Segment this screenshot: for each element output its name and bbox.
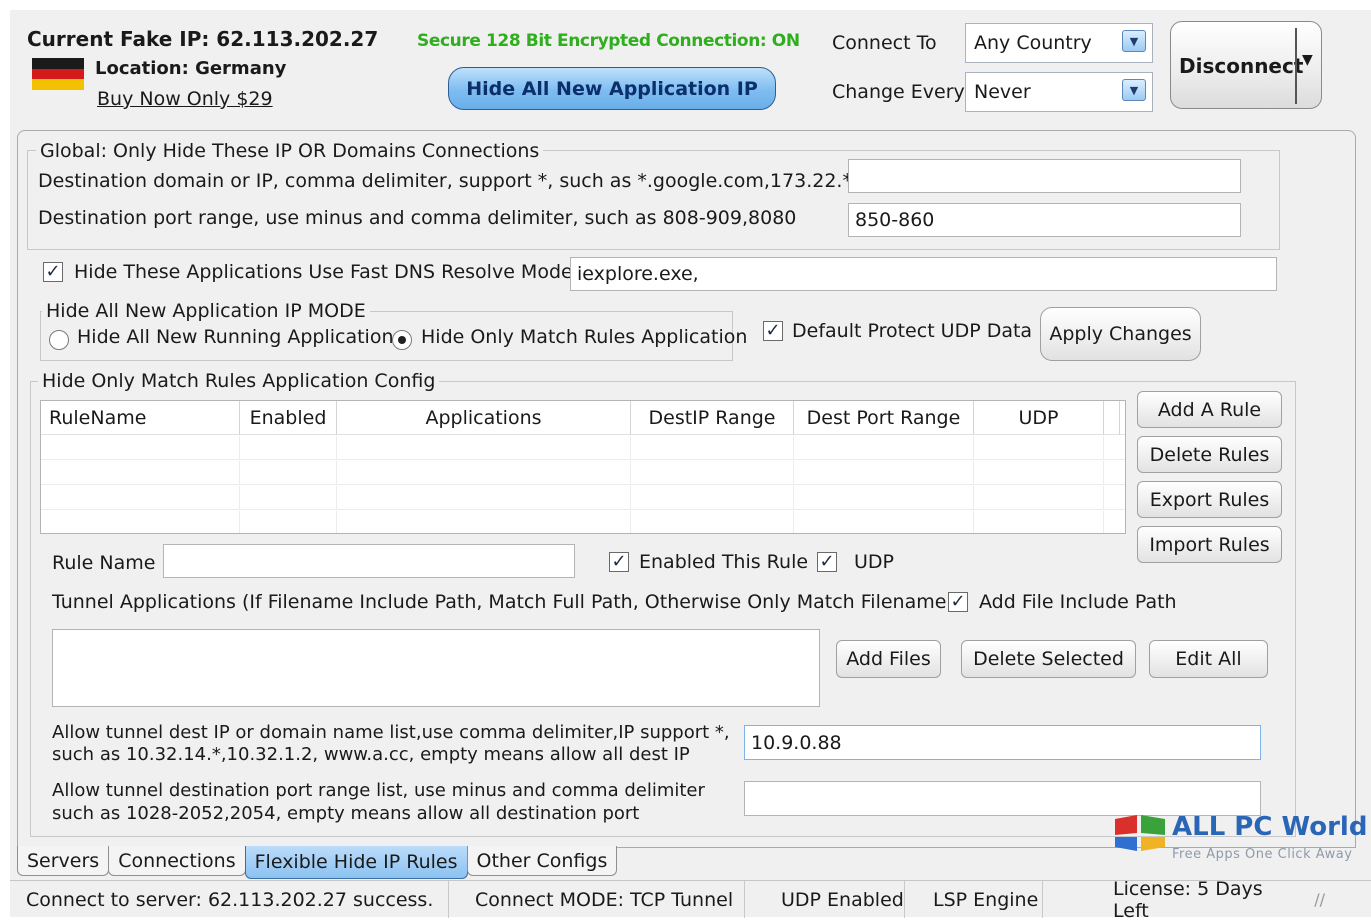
status-engine: LSP Engine [905,881,1043,918]
column-header[interactable]: Dest Port Range [794,401,974,435]
status-license: License: 5 Days Left [1113,877,1263,922]
split-divider [1295,28,1297,104]
status-udp: UDP Enabled [745,881,905,918]
dest-ip-label-line2: such as 10.32.14.*,10.32.1.2, www.a.cc, … [52,744,690,765]
status-connect: Connect to server: 62.113.202.27 success… [10,881,449,918]
tab-other-configs[interactable]: Other Configs [466,846,618,876]
hide-all-new-app-ip-button[interactable]: Hide All New Application IP [448,67,776,110]
rules-table[interactable]: RuleName Enabled Applications DestIP Ran… [40,400,1126,534]
fast-dns-label: Hide These Applications Use Fast DNS Res… [74,261,573,283]
edit-all-button[interactable]: Edit All [1149,640,1268,678]
change-every-value: Never [974,81,1031,103]
connect-to-label: Connect To [832,32,937,54]
flag-stripe-black [32,58,84,69]
bottom-tabs: Servers Connections Flexible Hide IP Rul… [17,846,618,879]
chevron-down-icon[interactable]: ▼ [1122,79,1146,101]
udp-rule-label: UDP [854,551,894,573]
fast-dns-input[interactable]: iexplore.exe, [570,257,1277,291]
tab-flexible-hide-ip-rules[interactable]: Flexible Hide IP Rules [244,846,468,879]
rule-name-input[interactable] [163,544,575,578]
flag-stripe-gold [32,79,84,91]
column-header[interactable]: DestIP Range [631,401,794,435]
watermark-subtitle: Free Apps One Click Away [1172,847,1353,862]
germany-flag-icon [32,58,84,91]
udp-rule-checkbox[interactable]: ✓ [817,552,837,572]
dest-ip-input[interactable]: 10.9.0.88 [744,725,1261,760]
add-rule-button[interactable]: Add A Rule [1137,391,1282,428]
column-header[interactable]: Applications [337,401,631,435]
dest-domain-label: Destination domain or IP, comma delimite… [38,170,852,192]
dest-port-list-input[interactable] [744,781,1261,816]
left-margin [0,0,10,917]
disconnect-button[interactable]: Disconnect ▼ [1170,21,1322,109]
dest-ip-label-line1: Allow tunnel dest IP or domain name list… [52,722,730,743]
tunnel-apps-label: Tunnel Applications (If Filename Include… [52,591,954,613]
rules-table-header: RuleName Enabled Applications DestIP Ran… [41,401,1125,435]
enabled-rule-checkbox[interactable]: ✓ [609,552,629,572]
fast-dns-checkbox[interactable]: ✓ [43,262,63,282]
watermark-title: ALL PC World [1172,812,1368,842]
rule-name-label: Rule Name [52,552,156,574]
buy-now-link[interactable]: Buy Now Only $29 [97,88,273,110]
resize-grip-icon[interactable]: // [1281,881,1341,918]
udp-default-label: Default Protect UDP Data [792,320,1033,342]
change-every-select[interactable]: Never ▼ [965,72,1153,112]
add-path-checkbox[interactable]: ✓ [948,592,968,612]
apply-changes-button[interactable]: Apply Changes [1040,307,1201,361]
dest-port-label: Destination port range, use minus and co… [38,207,797,229]
flag-stripe-red [32,68,84,80]
allpcworld-logo-icon [1113,813,1167,853]
mode-all-label: Hide All New Running Application [77,326,394,348]
dropdown-arrow-icon[interactable]: ▼ [1302,52,1313,68]
column-header-spacer [1104,401,1120,435]
tunnel-apps-list[interactable] [52,629,820,707]
chevron-down-icon[interactable]: ▼ [1122,30,1146,52]
current-ip-label: Current Fake IP: 62.113.202.27 [27,27,379,51]
add-path-label: Add File Include Path [979,591,1177,613]
tab-connections[interactable]: Connections [108,846,246,876]
global-group-title: Global: Only Hide These IP OR Domains Co… [36,140,544,162]
table-row [41,511,1125,533]
column-header[interactable]: UDP [974,401,1104,435]
delete-rules-button[interactable]: Delete Rules [1137,436,1282,473]
top-margin [0,0,1371,10]
mode-group-title: Hide All New Application IP MODE [42,300,370,322]
location-label: Location: Germany [95,58,287,79]
delete-selected-button[interactable]: Delete Selected [961,640,1136,678]
table-row [41,461,1125,485]
secure-connection-status: Secure 128 Bit Encrypted Connection: ON [417,31,800,51]
change-every-label: Change Every [832,81,965,103]
column-header[interactable]: RuleName [41,401,240,435]
dest-port-list-label-line1: Allow tunnel destination port range list… [52,780,705,801]
tab-servers[interactable]: Servers [17,846,110,876]
add-files-button[interactable]: Add Files [836,640,941,678]
mode-match-label: Hide Only Match Rules Application [421,326,748,348]
table-row [41,436,1125,460]
rules-group-title: Hide Only Match Rules Application Config [38,370,440,392]
connect-to-value: Any Country [974,32,1092,54]
connect-to-select[interactable]: Any Country ▼ [965,23,1153,63]
status-mode: Connect MODE: TCP Tunnel [449,881,745,918]
status-bar: Connect to server: 62.113.202.27 success… [10,877,1371,922]
mode-all-radio[interactable] [49,330,69,350]
mode-match-radio[interactable] [392,330,412,350]
export-rules-button[interactable]: Export Rules [1137,481,1282,518]
dest-port-list-label-line2: such as 1028-2052,2054, empty means allo… [52,803,640,824]
enabled-rule-label: Enabled This Rule [639,551,809,573]
udp-default-checkbox[interactable]: ✓ [763,321,783,341]
dest-domain-input[interactable] [848,159,1241,193]
dest-port-input[interactable]: 850-860 [848,203,1241,237]
import-rules-button[interactable]: Import Rules [1137,526,1282,563]
table-row [41,486,1125,510]
disconnect-label: Disconnect [1179,54,1304,78]
column-header[interactable]: Enabled [240,401,337,435]
